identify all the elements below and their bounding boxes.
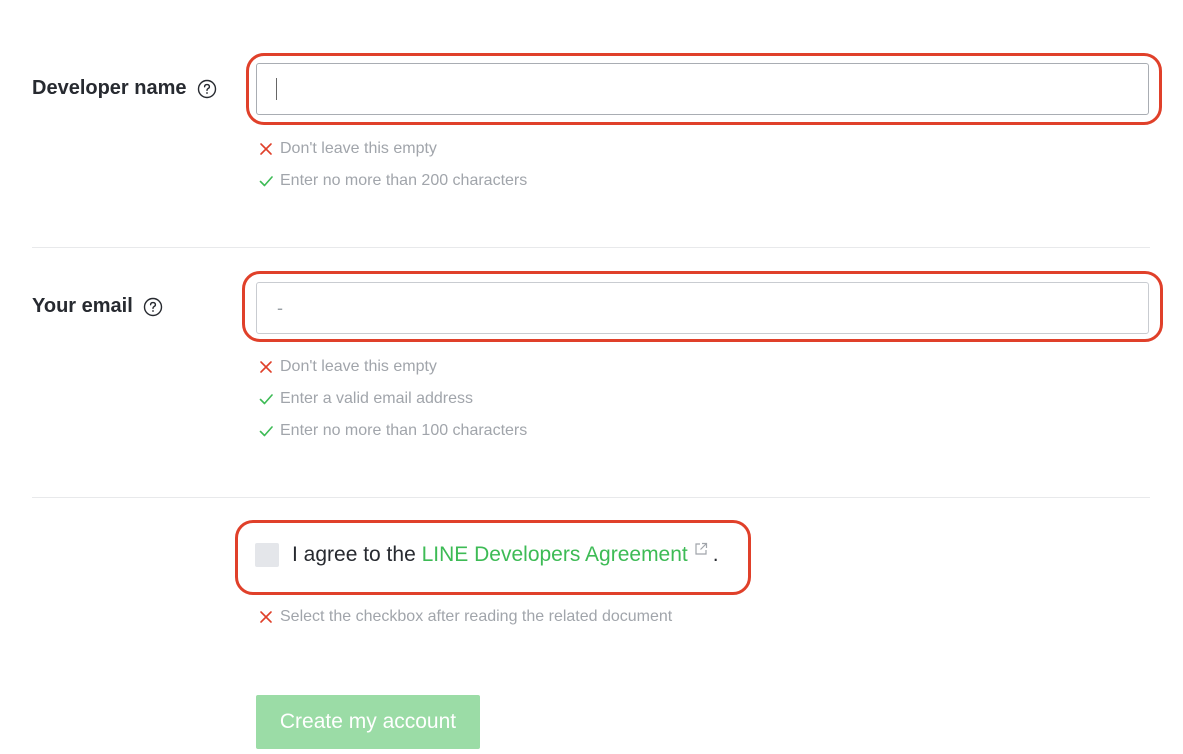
external-link-icon (694, 542, 708, 556)
developer-name-rule-1: Don't leave this empty (259, 140, 437, 157)
create-account-button[interactable]: Create my account (256, 695, 480, 749)
agreement-prefix: I agree to the (292, 543, 416, 566)
section-divider (32, 497, 1150, 498)
x-icon (259, 360, 273, 374)
email-rule-2: Enter a valid email address (259, 390, 473, 407)
check-icon (259, 424, 273, 438)
check-icon (259, 174, 273, 188)
text-cursor (276, 78, 277, 100)
developer-name-rule-2: Enter no more than 200 characters (259, 172, 527, 189)
check-icon (259, 392, 273, 406)
section-divider (32, 247, 1150, 248)
email-rule-3: Enter no more than 100 characters (259, 422, 527, 439)
signup-form: Developer name Don't leave this empty En… (0, 0, 1183, 754)
agreement-rule: Select the checkbox after reading the re… (259, 608, 672, 625)
question-circle-icon[interactable] (197, 79, 217, 99)
email-rule-1: Don't leave this empty (259, 358, 437, 375)
agreement-checkbox[interactable] (255, 543, 279, 567)
developer-name-input[interactable] (256, 63, 1149, 115)
email-label: Your email (32, 295, 163, 318)
developer-name-label: Developer name (32, 77, 217, 100)
agreement-row: I agree to the LINE Developers Agreement… (255, 542, 719, 567)
x-icon (259, 142, 273, 156)
x-icon (259, 610, 273, 624)
agreement-suffix: . (712, 543, 719, 566)
question-circle-icon[interactable] (143, 297, 163, 317)
email-input[interactable] (256, 282, 1149, 334)
agreement-link[interactable]: LINE Developers Agreement (422, 543, 688, 567)
